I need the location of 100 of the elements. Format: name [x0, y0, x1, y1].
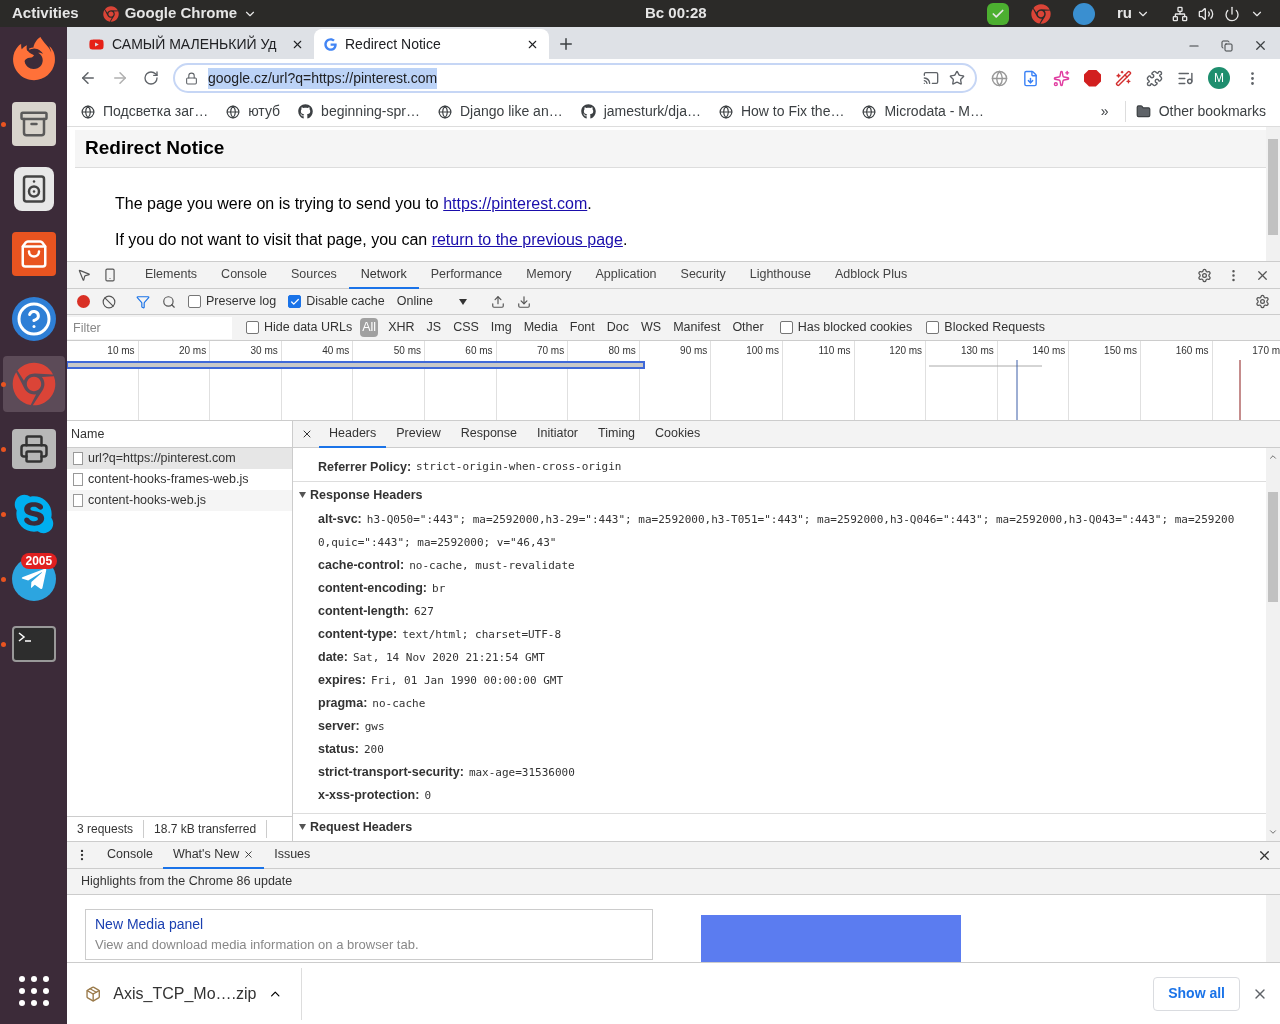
- browser-tab[interactable]: САМЫЙ МАЛЕНЬКИЙ Уд: [79, 29, 314, 59]
- close-icon[interactable]: [243, 848, 255, 860]
- type-filter[interactable]: Font: [567, 318, 597, 337]
- detail-tab[interactable]: Preview: [386, 420, 451, 448]
- bookmark[interactable]: Microdata - M…: [862, 101, 984, 122]
- scroll-down-icon[interactable]: [1268, 827, 1278, 837]
- search-icon[interactable]: [162, 294, 176, 309]
- upload-icon[interactable]: [490, 294, 505, 309]
- overflow-button[interactable]: »: [1100, 101, 1109, 122]
- browser-tab[interactable]: Redirect Notice: [314, 29, 549, 59]
- type-filter[interactable]: Other: [730, 318, 766, 337]
- panel-tab[interactable]: Security: [668, 261, 738, 289]
- star-icon[interactable]: [949, 70, 965, 86]
- network-icon[interactable]: [1172, 5, 1188, 22]
- checkbox[interactable]: [288, 295, 302, 308]
- panel-tab[interactable]: Memory: [514, 261, 584, 289]
- bookmark[interactable]: Подсветка заг…: [81, 101, 209, 122]
- stop-sign-icon[interactable]: [1084, 69, 1101, 87]
- drawer-tab[interactable]: Console: [97, 841, 163, 869]
- request-row[interactable]: content-hooks-web.js: [67, 490, 292, 511]
- bookmark-folder[interactable]: Other bookmarks: [1124, 101, 1266, 122]
- back-icon[interactable]: [79, 69, 97, 87]
- checkbox[interactable]: [779, 321, 793, 334]
- column-header[interactable]: Name: [71, 424, 105, 444]
- app-menu[interactable]: Google Chrome: [124, 2, 238, 25]
- checkbox[interactable]: [246, 321, 259, 334]
- scrollbar[interactable]: [1266, 448, 1280, 841]
- scroll-thumb[interactable]: [1268, 492, 1278, 602]
- power-icon[interactable]: [1224, 5, 1240, 22]
- scrollbar[interactable]: [1266, 127, 1280, 261]
- close-icon[interactable]: [1253, 38, 1268, 53]
- drawer-tab[interactable]: Issues: [264, 841, 321, 869]
- download-item[interactable]: Axis_TCP_Mo….zip: [67, 967, 302, 1020]
- detail-tab[interactable]: Timing: [588, 420, 646, 448]
- panel-tab[interactable]: Sources: [279, 261, 349, 289]
- detail-tab[interactable]: Cookies: [645, 420, 711, 448]
- close-icon[interactable]: [301, 428, 313, 440]
- scroll-up-icon[interactable]: [1268, 452, 1278, 462]
- new-tab-icon[interactable]: [557, 35, 575, 53]
- checkbox[interactable]: [926, 321, 940, 334]
- keyboard-layout[interactable]: ru: [1117, 2, 1132, 25]
- volume-icon[interactable]: [1198, 5, 1214, 22]
- type-filter[interactable]: WS: [639, 318, 664, 337]
- filter-field[interactable]: Filter: [67, 316, 232, 339]
- type-filter[interactable]: Img: [488, 318, 514, 337]
- bookmark[interactable]: How to Fix the…: [718, 101, 845, 122]
- request-row[interactable]: url?q=https://pinterest.com: [67, 448, 292, 469]
- panel-tab[interactable]: Console: [209, 261, 279, 289]
- wand-icon[interactable]: [1115, 69, 1132, 87]
- type-filter[interactable]: JS: [424, 318, 444, 337]
- record-button[interactable]: [77, 295, 90, 308]
- filter-icon[interactable]: [136, 294, 150, 309]
- panel-tab[interactable]: Elements: [133, 261, 210, 289]
- chrome-icon[interactable]: [1031, 3, 1051, 24]
- sparkles-icon[interactable]: [1053, 69, 1070, 87]
- checkbox[interactable]: [188, 295, 201, 308]
- detail-tab[interactable]: Response: [450, 420, 527, 448]
- bookmark[interactable]: Django like an…: [437, 101, 563, 122]
- profile-avatar[interactable]: M: [1208, 67, 1230, 89]
- feature-card[interactable]: New Media panel View and download media information on a browser tab.: [85, 909, 653, 960]
- show-all-button[interactable]: Show all: [1153, 976, 1240, 1011]
- panel-tab[interactable]: Adblock Plus: [822, 261, 920, 289]
- download-icon[interactable]: [516, 294, 531, 309]
- dock-item[interactable]: 2005: [2, 551, 65, 607]
- inspect-icon[interactable]: [77, 268, 91, 282]
- detail-tab[interactable]: Headers: [319, 420, 387, 448]
- panel-tab[interactable]: Performance: [418, 261, 515, 289]
- file-download-icon[interactable]: [1022, 69, 1039, 87]
- bookmark[interactable]: jamesturk/dja…: [580, 101, 701, 122]
- section-header[interactable]: Request Headers: [293, 814, 1266, 840]
- device-icon[interactable]: [103, 268, 117, 282]
- globe-icon[interactable]: [991, 69, 1008, 87]
- clear-icon[interactable]: [102, 294, 116, 309]
- type-filter[interactable]: XHR: [386, 318, 417, 337]
- section-header[interactable]: Response Headers: [293, 482, 1266, 508]
- app-grid-icon[interactable]: [17, 975, 50, 1007]
- bookmark[interactable]: ютуб: [226, 101, 281, 122]
- scrollbar[interactable]: [1266, 895, 1280, 962]
- reload-icon[interactable]: [143, 70, 159, 86]
- clock[interactable]: Вс 00:28: [645, 2, 707, 25]
- type-filter[interactable]: Manifest: [671, 318, 723, 337]
- restore-icon[interactable]: [1221, 39, 1233, 52]
- throttling-dropdown[interactable]: Online: [396, 292, 467, 311]
- settings-icon[interactable]: [1197, 267, 1212, 283]
- scroll-thumb[interactable]: [1268, 139, 1278, 235]
- activities-button[interactable]: Activities: [12, 2, 79, 25]
- address-bar[interactable]: google.cz/url?q=https://pinterest.com: [173, 63, 977, 93]
- panel-tab[interactable]: Lighthouse: [737, 261, 823, 289]
- link[interactable]: return to the previous page: [431, 231, 623, 248]
- type-filter[interactable]: CSS: [451, 318, 481, 337]
- bookmark[interactable]: beginning-spr…: [298, 101, 420, 122]
- cast-icon[interactable]: [923, 70, 939, 86]
- panel-tab[interactable]: Application: [583, 261, 669, 289]
- link[interactable]: https://pinterest.com: [443, 195, 588, 212]
- type-filter[interactable]: Doc: [604, 318, 631, 337]
- detail-tab[interactable]: Initiator: [527, 420, 588, 448]
- settings-icon[interactable]: [1255, 294, 1270, 309]
- check-icon[interactable]: [987, 2, 1009, 25]
- type-filter[interactable]: Media: [521, 318, 560, 337]
- puzzle-icon[interactable]: [1146, 69, 1163, 87]
